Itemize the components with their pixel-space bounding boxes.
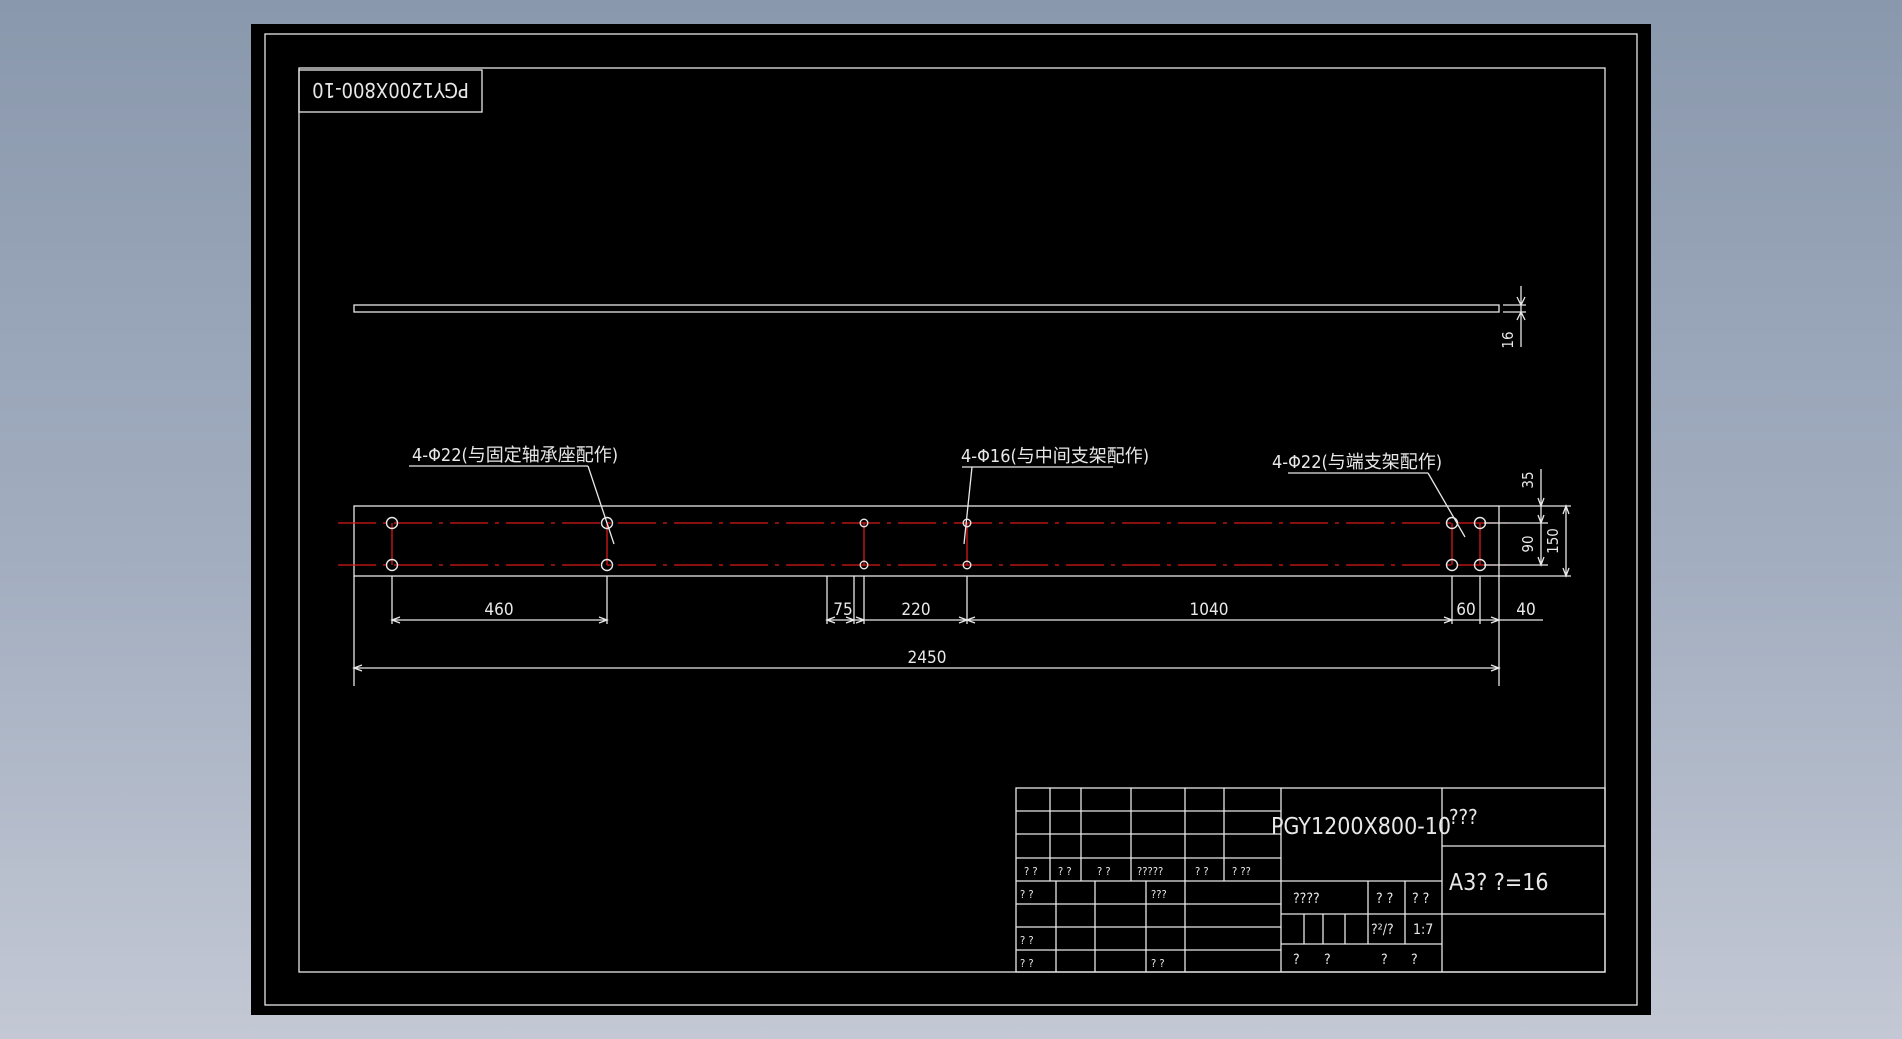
dim-1040: 1040 — [1190, 600, 1229, 620]
callout-left-text: 4-Φ22(与固定轴承座配作) — [412, 445, 618, 466]
label-d0: ? ? — [1020, 957, 1034, 970]
cad-drawing-viewport[interactable]: PGY1200X800-10 16 4-Φ22(与固定轴承座配作) 4-Φ16(… — [251, 24, 1651, 1015]
label-b1: ??? — [1151, 888, 1167, 901]
label-a5: ? ?? — [1232, 865, 1251, 878]
dim-35: 35 — [1519, 471, 1537, 488]
label-scale: ? ? — [1412, 891, 1429, 907]
vertical-dimensions: 35 90 150 — [1484, 469, 1571, 578]
dim-75: 75 — [833, 600, 852, 620]
top-view-plate — [353, 304, 1500, 313]
stamp-text: PGY1200X800-10 — [312, 78, 469, 102]
callout-right: 4-Φ22(与端支架配作) — [1272, 452, 1466, 538]
label-a0: ? ? — [1024, 865, 1038, 878]
horizontal-dimensions: 460 75 220 1040 60 40 2450 — [352, 576, 1543, 686]
dim-40: 40 — [1516, 600, 1535, 620]
top-view: 16 — [353, 286, 1526, 349]
dim-460: 460 — [484, 600, 513, 620]
label-sheet: ?²/? — [1371, 922, 1394, 938]
label-stage: ???? — [1293, 891, 1320, 907]
label-weight: ? ? — [1376, 891, 1393, 907]
front-view — [338, 505, 1513, 577]
label-a3: ????? — [1137, 865, 1163, 878]
title-drawing-no: PGY1200X800-10 — [1271, 814, 1451, 840]
callout-mid: 4-Φ16(与中间支架配作) — [961, 446, 1149, 545]
outer-border — [264, 33, 1638, 1006]
callout-mid-text: 4-Φ16(与中间支架配作) — [961, 446, 1149, 467]
footer-1: ? — [1324, 952, 1331, 968]
dim-90: 90 — [1519, 535, 1537, 552]
footer-2: ? — [1381, 952, 1388, 968]
footer-3: ? — [1411, 952, 1418, 968]
label-b0: ? ? — [1020, 888, 1034, 901]
callout-left: 4-Φ22(与固定轴承座配作) — [409, 445, 618, 545]
label-a1: ? ? — [1058, 865, 1072, 878]
label-c0: ? ? — [1020, 934, 1034, 947]
dim-60: 60 — [1456, 600, 1475, 620]
callout-right-text: 4-Φ22(与端支架配作) — [1272, 452, 1442, 473]
label-a4: ? ? — [1195, 865, 1209, 878]
label-a2: ? ? — [1097, 865, 1111, 878]
hole-pair-links — [391, 523, 1481, 565]
dim-2450: 2450 — [908, 648, 947, 668]
label-d1: ? ? — [1151, 957, 1165, 970]
scale-value: 1:7 — [1413, 922, 1433, 938]
title-part-name: ??? — [1449, 805, 1478, 829]
dim-thickness: 16 — [1499, 331, 1517, 348]
footer-0: ? — [1293, 952, 1300, 968]
dim-220: 220 — [901, 600, 930, 620]
title-material: A3? ?=16 — [1449, 870, 1549, 896]
drawing-sheet: PGY1200X800-10 16 4-Φ22(与固定轴承座配作) 4-Φ16(… — [264, 33, 1638, 1006]
dim-150: 150 — [1544, 528, 1562, 554]
rotated-stamp: PGY1200X800-10 — [298, 69, 483, 113]
